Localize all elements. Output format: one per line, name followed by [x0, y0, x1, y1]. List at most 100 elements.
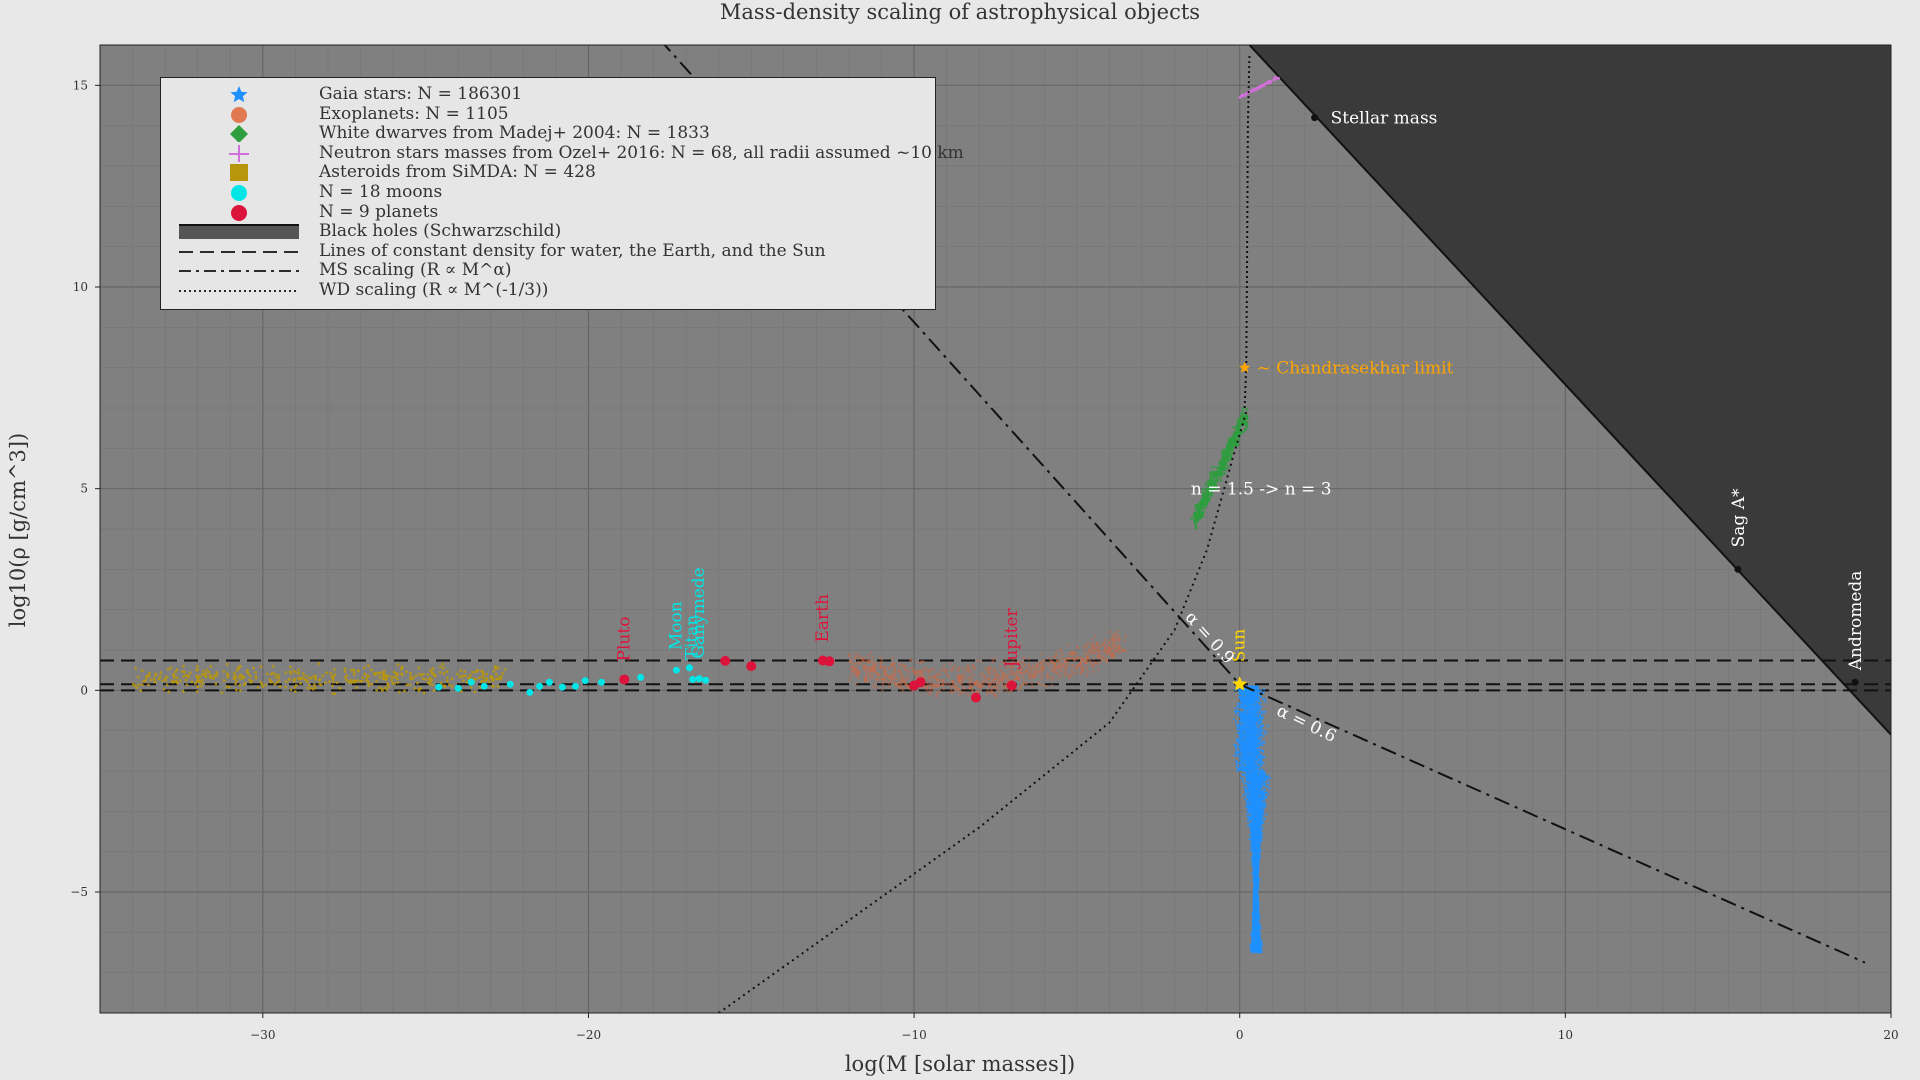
cluster-point — [468, 673, 472, 677]
cluster-point — [367, 684, 371, 688]
cluster-point — [930, 678, 934, 682]
cluster-point — [461, 679, 465, 683]
cluster-point — [881, 681, 885, 685]
cluster-point — [1058, 667, 1062, 671]
cluster-point — [1050, 669, 1053, 673]
cluster-point — [869, 651, 873, 655]
cluster-point — [1085, 674, 1089, 677]
cluster-point — [1068, 673, 1072, 677]
cluster-point — [1083, 648, 1086, 652]
cluster-point — [1032, 666, 1036, 670]
cluster-point — [942, 687, 946, 691]
cluster-point — [875, 662, 879, 665]
cluster-point — [450, 685, 454, 688]
cluster-point — [1105, 660, 1109, 664]
cluster-point — [1066, 643, 1070, 647]
cluster-point — [288, 670, 292, 674]
cluster-point — [992, 681, 996, 685]
cluster-point — [875, 686, 879, 690]
cluster-point — [317, 662, 321, 666]
cluster-point — [426, 673, 429, 676]
cluster-point — [1000, 676, 1004, 680]
cluster-point — [1091, 657, 1095, 661]
cluster-point — [134, 666, 138, 670]
cluster-point — [928, 670, 932, 674]
cluster-point — [1057, 676, 1061, 680]
cluster-point — [152, 677, 156, 681]
cluster-point — [413, 687, 417, 690]
cluster-point — [899, 675, 903, 679]
cluster-point — [964, 677, 968, 681]
cluster-point — [1261, 750, 1265, 753]
cluster-point — [494, 677, 498, 680]
cluster-point — [898, 671, 902, 675]
cluster-point — [278, 685, 282, 689]
cluster-point — [868, 673, 872, 677]
cluster-point — [900, 687, 903, 690]
cluster-point — [485, 677, 488, 680]
cluster-point — [157, 677, 161, 681]
cluster-point — [1030, 685, 1034, 689]
cluster-point — [375, 688, 378, 692]
cluster-point — [1077, 664, 1080, 667]
cluster-point — [248, 674, 252, 678]
cluster-point — [914, 659, 918, 663]
cluster-point — [139, 689, 142, 693]
cluster-point — [252, 666, 255, 670]
cluster-point — [964, 691, 967, 695]
cluster-point — [1088, 658, 1091, 662]
cluster-point — [308, 683, 311, 687]
cluster-point — [422, 672, 425, 676]
cluster-point — [871, 673, 875, 676]
cluster-point — [1262, 688, 1266, 691]
cluster-point — [1243, 785, 1246, 789]
cluster-point — [493, 665, 497, 669]
cluster-point — [1034, 662, 1038, 665]
cluster-point — [1243, 701, 1246, 705]
cluster-point — [491, 684, 494, 688]
cluster-point — [306, 686, 310, 690]
cluster-point — [418, 672, 422, 676]
cluster-point — [1093, 648, 1097, 651]
cluster-point — [499, 675, 503, 678]
cluster-point — [1004, 676, 1008, 680]
cluster-point — [941, 667, 945, 671]
cluster-point — [978, 673, 982, 677]
cluster-point — [184, 678, 188, 682]
cluster-point — [136, 675, 140, 679]
cluster-point — [154, 673, 157, 677]
cluster-point — [997, 678, 1001, 682]
cluster-point — [1258, 736, 1261, 739]
cluster-point — [1236, 731, 1239, 734]
cluster-point — [849, 661, 853, 664]
cluster-point — [183, 670, 186, 674]
cluster-point — [235, 679, 238, 683]
cluster-point — [161, 679, 164, 682]
cluster-point — [271, 671, 275, 675]
cluster-point — [487, 680, 491, 684]
cluster-point — [986, 691, 990, 695]
cluster-point — [261, 685, 265, 689]
cluster-point — [904, 683, 908, 686]
cluster-point — [1104, 638, 1107, 642]
cluster-point — [983, 667, 987, 671]
cluster-point — [898, 681, 901, 685]
cluster-point — [293, 685, 297, 689]
cluster-point — [176, 681, 179, 685]
cluster-point — [1069, 651, 1073, 655]
cluster-point — [178, 679, 182, 682]
cluster-point — [386, 682, 389, 686]
cluster-point — [994, 672, 998, 676]
cluster-point — [961, 666, 965, 670]
cluster-point — [1233, 717, 1236, 720]
cluster-point — [854, 681, 858, 685]
cluster-point — [309, 686, 312, 690]
cluster-point — [1259, 729, 1262, 732]
cluster-point — [1063, 674, 1067, 677]
cluster-point — [1053, 662, 1057, 665]
cluster-point — [1059, 649, 1063, 653]
cluster-point — [225, 662, 229, 666]
cluster-point — [1031, 673, 1034, 677]
cluster-point — [972, 681, 976, 685]
cluster-point — [1265, 813, 1268, 817]
